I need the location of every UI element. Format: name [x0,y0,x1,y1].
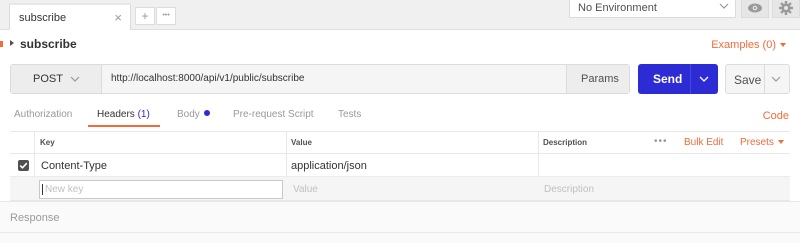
header-key[interactable]: Content-Type [41,160,107,172]
response-label: Response [10,212,60,224]
chevron-down-icon [719,3,729,9]
params-button[interactable]: Params [566,65,629,93]
method-select[interactable]: POST [11,65,102,93]
send-divider [690,64,691,94]
send-button[interactable]: Send [638,64,718,94]
new-key-placeholder: New key [45,184,84,195]
response-panel: Response [0,201,800,243]
column-value: Value [291,138,312,147]
presets-label: Presets [740,137,774,148]
environment-select[interactable]: No Environment [569,0,736,18]
chevron-down-icon[interactable] [770,73,782,85]
tab-overflow-button[interactable]: ••• [156,7,176,25]
column-key: Key [40,138,55,147]
presets-dropdown[interactable]: Presets [740,137,784,148]
gear-icon [779,1,793,15]
active-tab-underline [88,125,160,127]
table-row: Content-Type application/json [10,155,790,177]
caret-right-icon[interactable] [10,40,14,46]
chevron-down-icon [70,76,80,82]
checkmark-icon [19,162,28,169]
tab-headers[interactable]: Headers (1) [97,109,150,120]
text-caret [42,184,43,195]
tab-tests[interactable]: Tests [338,109,361,120]
environment-label: No Environment [578,2,657,14]
new-description-input[interactable]: Description [544,184,594,195]
settings-button[interactable] [772,0,800,18]
new-key-input[interactable]: New key [39,180,283,199]
request-subtabs: Authorization Headers (1) Body Pre-reque… [0,104,800,126]
examples-label: Examples (0) [711,39,776,51]
headers-count: (1) [137,109,150,120]
header-value[interactable]: application/json [291,160,367,172]
body-indicator-dot [203,110,210,116]
close-icon[interactable]: × [114,10,122,25]
new-value-input[interactable]: Value [293,184,318,195]
url-input[interactable]: http://localhost:8000/api/v1/public/subs… [111,73,304,84]
chevron-down-icon[interactable] [698,73,710,85]
table-row-new: New key Value Description [10,177,790,201]
tab-authorization[interactable]: Authorization [14,109,72,120]
column-description: Description [543,138,588,147]
table-header-row: Key Value Description ••• Bulk Edit Pres… [10,131,790,154]
bulk-edit-link[interactable]: Bulk Edit [684,137,723,148]
url-bar: POST http://localhost:8000/api/v1/public… [10,64,630,94]
method-label: POST [33,73,63,85]
caret-down-icon [780,43,786,47]
divider [0,232,800,233]
code-link[interactable]: Code [763,110,789,122]
caret-down-icon [777,140,784,144]
save-label: Save [734,73,762,87]
tab-pre-request-script[interactable]: Pre-request Script [233,109,314,120]
request-name[interactable]: subscribe [20,37,77,51]
params-label: Params [581,73,619,85]
tab-body-label: Body [177,109,200,120]
eye-icon [748,3,762,13]
new-tab-button[interactable]: + [135,7,155,25]
request-name-row: subscribe Examples (0) [0,34,800,54]
more-options-icon[interactable]: ••• [654,136,668,147]
tab-label: subscribe [19,12,67,24]
tab-subscribe[interactable]: subscribe × [9,3,131,30]
save-button[interactable]: Save [725,64,790,94]
examples-dropdown[interactable]: Examples (0) [711,39,786,51]
tab-body[interactable]: Body [177,109,210,120]
save-divider [764,65,765,93]
tab-bar: subscribe × + ••• No Environment [0,0,800,30]
send-label: Send [653,72,683,86]
tab-headers-label: Headers [97,109,135,120]
eye-button[interactable] [741,0,769,18]
row-enabled-checkbox[interactable] [18,160,29,171]
